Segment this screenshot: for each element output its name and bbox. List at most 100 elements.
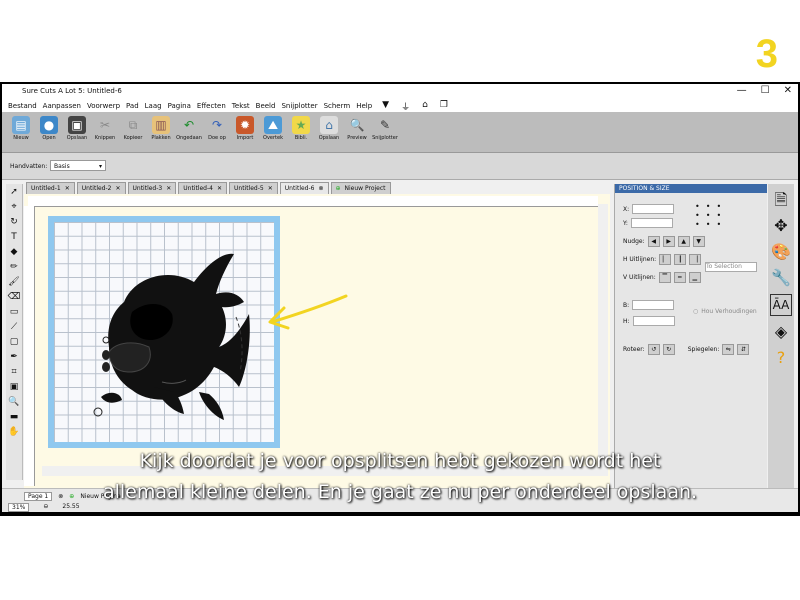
close-icon[interactable]: ✕ bbox=[166, 183, 171, 194]
library-button[interactable]: ★ Bibli. bbox=[288, 116, 314, 148]
nudge-right-button[interactable]: ▶ bbox=[662, 236, 675, 247]
open-button[interactable]: ● Open bbox=[36, 116, 62, 148]
save-button[interactable]: ▣ Opslaan bbox=[64, 116, 90, 148]
close-icon[interactable]: ⊗ bbox=[318, 183, 323, 194]
mirror-v-button[interactable]: ⇵ bbox=[737, 344, 750, 355]
rectangle-tool-icon[interactable]: ▭ bbox=[7, 305, 21, 319]
import-button[interactable]: ✹ Import bbox=[232, 116, 258, 148]
nudge-up-button[interactable]: ▲ bbox=[677, 236, 690, 247]
bubble-2[interactable] bbox=[102, 350, 110, 360]
vertical-ruler bbox=[24, 206, 35, 486]
close-button[interactable]: ✕ bbox=[784, 85, 792, 96]
maximize-button[interactable]: ☐ bbox=[761, 85, 770, 96]
align-left-button[interactable]: ▏ bbox=[659, 254, 672, 265]
eraser-icon[interactable]: ⌂ bbox=[422, 100, 428, 113]
measure-tool-icon[interactable]: ▬ bbox=[7, 410, 21, 424]
frame-tool-icon[interactable]: ▣ bbox=[7, 380, 21, 394]
shape-tool-icon[interactable]: ▢ bbox=[7, 335, 21, 349]
knife-tool-icon[interactable]: ⟋ bbox=[7, 320, 21, 334]
document-tabs: Untitled-1 ✕ Untitled-2 ✕ Untitled-3 ✕ Unti… bbox=[26, 182, 612, 195]
align-top-button[interactable]: ▔ bbox=[658, 272, 671, 283]
align-bottom-button[interactable]: ▁ bbox=[688, 272, 701, 283]
rotate-left-button[interactable]: ↺ bbox=[647, 344, 660, 355]
menu-pad[interactable]: Pad bbox=[126, 102, 139, 110]
menu-tekst[interactable]: Tekst bbox=[232, 102, 250, 110]
copy-button[interactable]: ⧉ Kopieer bbox=[120, 116, 146, 148]
window-title: Sure Cuts A Lot 5: Untitled-6 bbox=[22, 87, 122, 95]
nudge-down-button[interactable]: ▼ bbox=[692, 236, 705, 247]
close-icon[interactable]: ✕ bbox=[65, 183, 70, 194]
palette-icon[interactable]: 🎨 bbox=[771, 242, 791, 262]
fill-tool-icon[interactable]: ◆ bbox=[7, 245, 21, 259]
menu-pagina[interactable]: Pagina bbox=[168, 102, 191, 110]
menu-snijplotter[interactable]: Snijplotter bbox=[281, 102, 317, 110]
menu-bestand[interactable]: Bestand bbox=[8, 102, 37, 110]
menu-laag[interactable]: Laag bbox=[145, 102, 162, 110]
menu-effecten[interactable]: Effecten bbox=[197, 102, 226, 110]
menu-voorwerp[interactable]: Voorwerp bbox=[87, 102, 120, 110]
pencil-tool-icon[interactable]: ✏ bbox=[7, 260, 21, 274]
close-icon[interactable]: ✕ bbox=[217, 183, 222, 194]
width-input[interactable] bbox=[632, 300, 675, 310]
fish-tail-fin[interactable] bbox=[199, 392, 224, 420]
anchor-grid[interactable]: ••• ••• ••• bbox=[695, 202, 727, 229]
preview-button[interactable]: 🔍 Preview bbox=[344, 116, 370, 148]
x-input[interactable] bbox=[632, 204, 675, 214]
select-tool-icon[interactable]: ➚ bbox=[7, 185, 21, 199]
zoom-out-icon[interactable]: ⊖ bbox=[43, 503, 48, 512]
wrench-icon[interactable]: 🔧 bbox=[771, 268, 791, 288]
align-right-button[interactable]: ▕ bbox=[689, 254, 702, 265]
minimize-button[interactable]: — bbox=[737, 85, 747, 96]
close-icon[interactable]: ✕ bbox=[268, 183, 273, 194]
close-icon[interactable]: ✕ bbox=[115, 183, 120, 194]
menu-help[interactable]: Help bbox=[356, 102, 372, 110]
fish-lips[interactable] bbox=[108, 342, 151, 373]
trace-button[interactable]: ⛰ Overtek bbox=[260, 116, 286, 148]
move-icon[interactable]: ✥ bbox=[771, 216, 791, 236]
funnel-icon[interactable]: ⏚ bbox=[401, 100, 410, 113]
redo-button[interactable]: ↷ Doe op bbox=[204, 116, 230, 148]
store-button[interactable]: ⌂ Opslaan bbox=[316, 116, 342, 148]
height-input[interactable] bbox=[632, 316, 675, 326]
mirror-h-button[interactable]: ⇋ bbox=[722, 344, 735, 355]
crop-tool-icon[interactable]: ⌗ bbox=[7, 365, 21, 379]
zoom-tool-icon[interactable]: 🔍 bbox=[7, 395, 21, 409]
align-center-button[interactable]: ┃ bbox=[674, 254, 687, 265]
align-target-select[interactable]: To Selection bbox=[705, 262, 757, 272]
bubble-1[interactable] bbox=[102, 336, 110, 344]
paste-button[interactable]: ▥ Plakken bbox=[148, 116, 174, 148]
bubble-4[interactable] bbox=[101, 392, 122, 403]
restore-icon[interactable]: ❐ bbox=[440, 100, 448, 113]
align-middle-button[interactable]: ━ bbox=[673, 272, 686, 283]
fish-body[interactable] bbox=[108, 253, 250, 400]
help-icon[interactable]: ? bbox=[771, 348, 791, 368]
bubble-3[interactable] bbox=[102, 362, 110, 372]
y-input[interactable] bbox=[630, 218, 673, 228]
zoom-select[interactable]: 31% bbox=[8, 503, 30, 512]
document-icon[interactable]: 🗎 bbox=[771, 190, 791, 210]
cutter-button[interactable]: ✎ Snijplotter bbox=[372, 116, 398, 148]
menu-aanpassen[interactable]: Aanpassen bbox=[43, 102, 81, 110]
eraser-tool-icon[interactable]: ⌫ bbox=[7, 290, 21, 304]
hand-tool-icon[interactable]: ✋ bbox=[7, 425, 21, 439]
text-size-icon[interactable]: ĀA bbox=[770, 294, 792, 316]
handles-select[interactable]: Basis ▾ bbox=[50, 160, 106, 171]
menu-beeld[interactable]: Beeld bbox=[256, 102, 276, 110]
layers-icon[interactable]: ◈ bbox=[771, 322, 791, 342]
nudge-left-button[interactable]: ◀ bbox=[647, 236, 660, 247]
text-tool-icon[interactable]: T bbox=[7, 230, 21, 244]
menu-scherm[interactable]: Scherm bbox=[324, 102, 351, 110]
bubble-5[interactable] bbox=[93, 407, 103, 417]
vertical-scrollbar[interactable] bbox=[598, 204, 608, 476]
pen-tool-icon[interactable]: ✒ bbox=[7, 350, 21, 364]
undo-button[interactable]: ↶ Ongedaan bbox=[176, 116, 202, 148]
rotate-right-button[interactable]: ↻ bbox=[662, 344, 675, 355]
transform-tool-icon[interactable]: ↻ bbox=[7, 215, 21, 229]
fish-design[interactable] bbox=[54, 222, 274, 442]
keep-ratio-checkbox[interactable]: ○ bbox=[693, 308, 698, 315]
new-button[interactable]: ▤ Nieuw bbox=[8, 116, 34, 148]
cut-button[interactable]: ✂ Knippen bbox=[92, 116, 118, 148]
node-tool-icon[interactable]: ⌖ bbox=[7, 200, 21, 214]
pin-icon[interactable]: ▼ bbox=[382, 100, 389, 113]
brush-tool-icon[interactable]: 🖌 bbox=[7, 275, 21, 289]
